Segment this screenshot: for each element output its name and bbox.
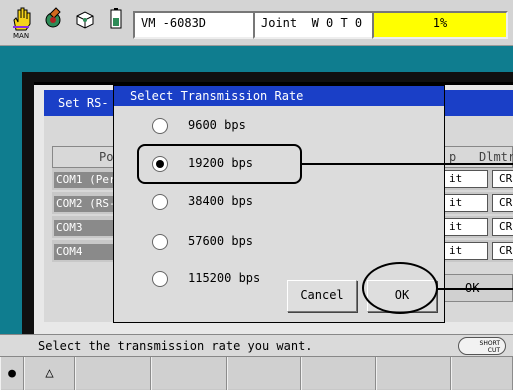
radio-button[interactable] <box>152 271 168 287</box>
radio-button[interactable] <box>152 194 168 210</box>
record-key[interactable]: ● <box>0 357 24 390</box>
cube-icon[interactable] <box>74 6 96 32</box>
stop-bit-cell[interactable]: it <box>440 170 488 188</box>
header-port: Po <box>99 150 114 164</box>
selection-callout-line <box>302 163 513 165</box>
header-delimiter: Dlmtr <box>479 150 513 164</box>
delimiter-cell[interactable]: CR <box>492 218 513 236</box>
hand-icon[interactable] <box>10 6 32 32</box>
function-key-f1[interactable] <box>75 357 151 390</box>
program-name-display[interactable]: VM -6083D <box>133 11 255 39</box>
rate-option-label: 9600 bps <box>188 118 246 132</box>
rate-option-label: 115200 bps <box>188 271 261 285</box>
robot-arm-icon[interactable] <box>42 6 64 32</box>
delimiter-cell[interactable]: CR <box>492 170 513 188</box>
port-label: COM3 <box>54 220 122 236</box>
function-key-bar: ● △ <box>0 356 513 390</box>
ok-callout-line <box>438 288 513 290</box>
rate-option-label: 57600 bps <box>188 234 254 248</box>
coordinate-mode-display[interactable]: Joint W 0 T 0 <box>253 11 377 39</box>
function-key-f5[interactable] <box>376 357 451 390</box>
triangle-key[interactable]: △ <box>24 357 75 390</box>
man-label: MAN <box>13 32 30 40</box>
stop-bit-cell[interactable]: it <box>440 242 488 260</box>
dialog-title-bar: Select Transmission Rate <box>114 86 444 106</box>
radio-button[interactable] <box>152 118 168 134</box>
message-bar: Select the transmission rate you want. S… <box>0 334 513 356</box>
speed-override-display[interactable]: 1% <box>372 11 508 39</box>
prompt-message: Select the transmission rate you want. <box>38 339 313 353</box>
rate-option-38400[interactable]: 38400 bps <box>114 186 444 216</box>
function-key-f6[interactable] <box>451 357 513 390</box>
port-label: COM1 (Per <box>54 172 122 188</box>
selection-highlight-callout <box>137 144 302 184</box>
delimiter-cell[interactable]: CR <box>492 242 513 260</box>
shortcut-label-line1: SHORT <box>479 340 500 347</box>
rate-option-57600[interactable]: 57600 bps <box>114 226 444 256</box>
function-key-f4[interactable] <box>301 357 376 390</box>
rate-option-9600[interactable]: 9600 bps <box>114 110 444 140</box>
port-label: COM2 (RS- <box>54 196 122 212</box>
delimiter-cell[interactable]: CR <box>492 194 513 212</box>
stop-bit-cell[interactable]: it <box>440 194 488 212</box>
header-p: p <box>449 150 457 164</box>
ok-button-callout <box>362 262 438 314</box>
shortcut-label-line2: CUT <box>487 347 500 354</box>
shortcut-button[interactable]: SHORT CUT <box>458 337 506 355</box>
function-key-f3[interactable] <box>227 357 301 390</box>
dialog-title: Select Transmission Rate <box>130 89 304 103</box>
radio-button[interactable] <box>152 234 168 250</box>
cancel-button[interactable]: Cancel <box>287 280 357 312</box>
rate-option-label: 38400 bps <box>188 194 254 208</box>
status-bar: MAN VM -6083D Joint W 0 T 0 1% <box>0 0 513 46</box>
function-key-f2[interactable] <box>151 357 227 390</box>
port-label: COM4 <box>54 244 122 260</box>
background-window-title: Set RS- <box>58 96 109 110</box>
battery-icon[interactable] <box>105 6 127 32</box>
stop-bit-cell[interactable]: it <box>440 218 488 236</box>
